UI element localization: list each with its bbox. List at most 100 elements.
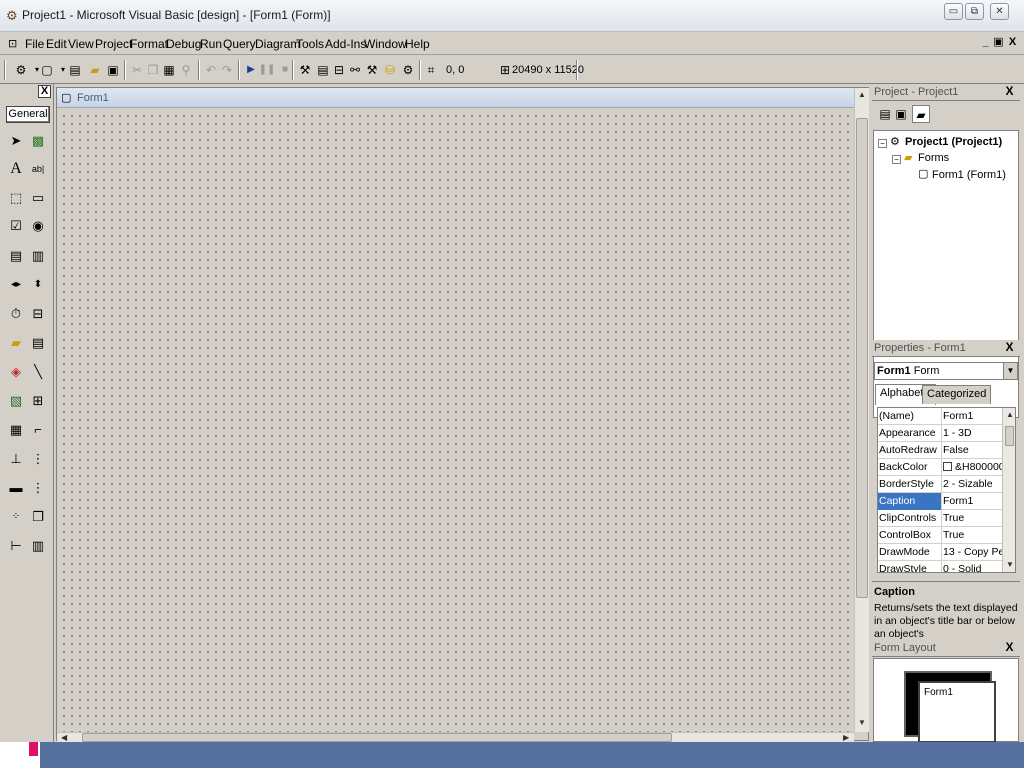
vb-app-icon[interactable]: ⚙ [6,9,20,23]
minimize-button[interactable]: ▭ [944,3,963,20]
control-icon-3[interactable]: ⋮ [28,448,48,470]
line-icon[interactable]: ╲ [28,361,48,383]
listview-icon[interactable]: ⁘ [6,506,26,528]
menu-help[interactable]: Help [405,37,430,51]
project-explorer-icon[interactable]: ⚒ [296,61,314,79]
maximize-button[interactable]: ⧉ [965,3,984,20]
menu-tools[interactable]: Tools [296,37,324,51]
shape-icon[interactable]: ◈ [6,361,26,383]
forms-folder-node[interactable]: Forms [918,152,949,164]
picturebox-icon[interactable]: ▩ [28,130,48,152]
toolbox-close-button[interactable]: X [38,85,51,98]
break-icon[interactable]: ❚❚ [258,61,276,79]
paste-icon[interactable]: ▦ [160,61,178,79]
menu-window[interactable]: Window [364,37,407,51]
property-row[interactable]: ClipControls True [878,510,1002,527]
scroll-down-icon[interactable]: ▼ [1006,560,1014,569]
slider-icon[interactable]: ⊢ [6,535,26,557]
scroll-right-icon[interactable]: ▶ [843,733,849,742]
horizontal-scroll-thumb[interactable] [82,733,672,742]
component-manager-icon[interactable]: ⚙ [399,61,417,79]
scroll-left-icon[interactable]: ◀ [61,733,67,742]
menu-diagram[interactable]: Diagram [255,37,300,51]
property-row[interactable]: BorderStyle 2 - Sizable [878,476,1002,493]
menu-editor-icon[interactable]: ▤ [66,61,84,79]
property-row[interactable]: DrawMode 13 - Copy Pen [878,544,1003,561]
control-icon-1[interactable]: ⌐ [28,419,48,441]
property-value[interactable]: 0 - Solid [943,563,1003,572]
property-value[interactable]: True [943,512,1003,524]
form-layout-preview[interactable]: Form1 [918,681,996,743]
ole-icon[interactable]: ▦ [6,419,26,441]
listbox-icon[interactable]: ▥ [28,245,48,267]
filelistbox-icon[interactable]: ▤ [28,332,48,354]
commandbutton-icon[interactable]: ▭ [28,187,48,209]
menu-project[interactable]: Project [95,37,132,51]
property-row[interactable]: BackColor&H8000000F [878,459,1003,476]
optionbutton-icon[interactable]: ◉ [28,215,48,237]
image-icon[interactable]: ▧ [6,390,26,412]
form-layout-close-button[interactable]: X [1003,641,1016,654]
data-view-icon[interactable]: ⛁ [381,61,399,79]
mdi-close-button[interactable]: X [1006,36,1019,49]
combobox-icon[interactable]: ▤ [6,245,26,267]
object-selector[interactable]: Form1 Form ▼ [874,362,1018,380]
property-value[interactable]: 13 - Copy Pen [943,546,1003,558]
toolbox-tab-general[interactable]: General [6,106,50,123]
save-project-icon[interactable]: ▣ [104,61,122,79]
control-icon-2[interactable]: ⊥ [6,448,26,470]
textbox-icon[interactable]: ab| [28,158,48,180]
property-grid-scrollbar[interactable]: ▲ ▼ [1002,408,1015,572]
mdi-minimize-button[interactable]: _ [979,36,992,49]
property-value[interactable]: False [943,444,1003,456]
menu-file[interactable]: File [25,37,44,51]
project-node[interactable]: Project1 (Project1) [905,136,1002,148]
property-scroll-thumb[interactable] [1005,426,1014,446]
label-icon[interactable]: A [6,158,26,180]
close-button[interactable]: ✕ [990,3,1009,20]
property-row[interactable]: (Name) Form1 [878,408,1002,425]
view-object-icon[interactable]: ▣ [892,105,910,123]
drivelistbox-icon[interactable]: ⊟ [28,303,48,325]
find-icon[interactable]: ⚲ [177,61,195,79]
toolbox-icon[interactable]: ⚒ [363,61,381,79]
property-value[interactable]: Form1 [943,410,1003,422]
property-value[interactable]: Form1 [943,495,1003,507]
menu-run[interactable]: Run [200,37,222,51]
data-icon[interactable]: ⊞ [28,390,48,412]
progressbar-icon[interactable]: ▬ [6,477,26,499]
tab-categorized[interactable]: Categorized [922,385,992,404]
property-row[interactable]: AutoRedraw False [878,442,1002,459]
scroll-up-icon[interactable]: ▲ [858,90,866,99]
scroll-up-icon[interactable]: ▲ [1006,410,1014,419]
property-row[interactable]: Caption Form1 [878,493,1002,510]
mdi-restore-button[interactable]: ▣ [992,36,1005,49]
horizontal-scrollbar[interactable]: ◀ ▶ [57,732,854,742]
dirlistbox-icon[interactable]: ▰ [6,332,26,354]
vertical-scrollbar[interactable]: ▲ ▼ [854,88,869,732]
menu-debug[interactable]: Debug [166,37,201,51]
vscrollbar-icon[interactable]: ⬍ [28,274,48,296]
menu-view[interactable]: View [68,37,94,51]
imagelist-icon[interactable]: ❐ [28,506,48,528]
property-row[interactable]: DrawStyle 0 - Solid [878,561,1003,572]
menu-query[interactable]: Query [223,37,256,51]
property-value[interactable]: 2 - Sizable [943,478,1003,490]
menu-edit[interactable]: Edit [46,37,67,51]
property-value[interactable]: 1 - 3D [943,427,1003,439]
property-value[interactable]: True [943,529,1003,541]
form-design-surface[interactable] [57,109,854,732]
property-row[interactable]: Appearance 1 - 3D [878,425,1002,442]
project-explorer-close-button[interactable]: X [1003,85,1016,98]
hscrollbar-icon[interactable]: ◂▸ [6,274,26,296]
frame-icon[interactable]: ⬚ [6,187,26,209]
collapse-project-icon[interactable]: − [878,139,887,148]
redo-icon[interactable]: ↷ [218,61,236,79]
menu-add-ins[interactable]: Add-Ins [325,37,366,51]
pointer-icon[interactable]: ➤ [6,130,26,152]
scroll-down-icon[interactable]: ▼ [858,718,866,727]
vertical-scroll-thumb[interactable] [856,118,868,598]
chevron-down-icon[interactable]: ▼ [1003,363,1017,379]
form1-node[interactable]: Form1 (Form1) [932,169,1006,181]
checkbox-icon[interactable]: ☑ [6,215,26,237]
